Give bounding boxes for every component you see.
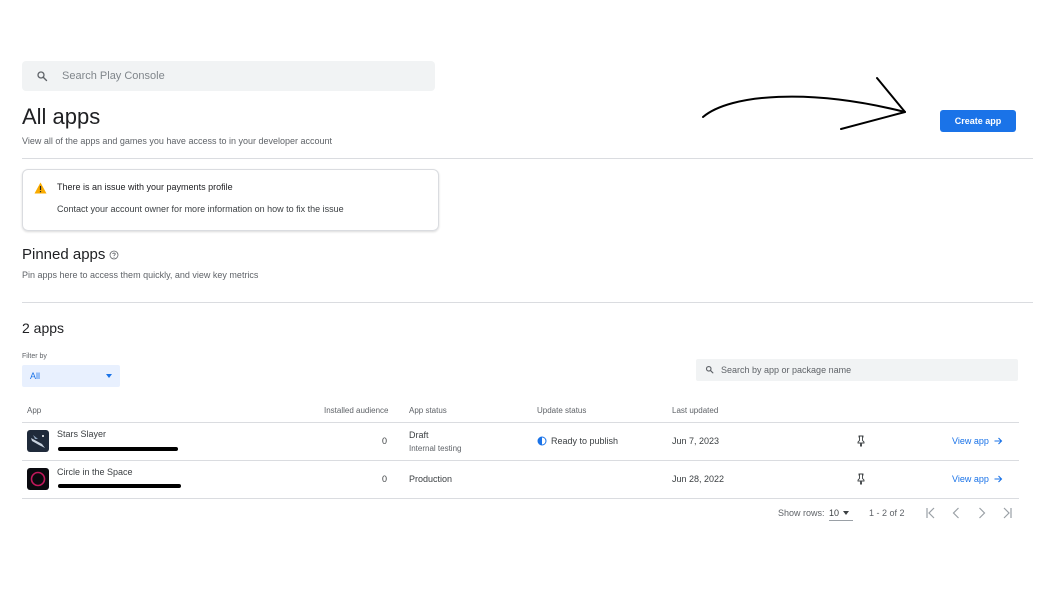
arrow-annotation-icon: [702, 77, 906, 130]
rows-per-page-value: 10: [829, 508, 840, 518]
rows-per-page-label: Show rows:: [778, 508, 825, 518]
pinned-apps-title: Pinned apps: [22, 246, 106, 263]
update-status-text: Ready to publish: [551, 436, 619, 446]
first-page-icon[interactable]: [925, 506, 937, 520]
rows-per-page-dropdown[interactable]: 10: [829, 506, 853, 521]
pinned-apps-heading: Pinned apps: [22, 246, 119, 263]
arrow-right-icon: [994, 475, 1003, 483]
search-icon: [36, 69, 50, 83]
row-divider: [22, 460, 1019, 461]
page-title: All apps: [22, 104, 101, 129]
column-header-last-updated[interactable]: Last updated: [672, 406, 718, 415]
page-subtitle: View all of the apps and games you have …: [22, 136, 333, 146]
app-search-input[interactable]: Search by app or package name: [696, 359, 1018, 381]
next-page-icon[interactable]: [977, 506, 989, 520]
apps-count-title: 2 apps: [22, 320, 65, 336]
row-divider: [22, 498, 1019, 499]
warning-icon: [34, 181, 47, 199]
chevron-down-icon: [843, 511, 850, 515]
filter-value: All: [30, 371, 41, 381]
payments-alert: There is an issue with your payments pro…: [22, 169, 439, 231]
pin-icon[interactable]: [856, 435, 866, 447]
previous-page-icon[interactable]: [951, 506, 963, 520]
search-placeholder: Search Play Console: [62, 70, 165, 82]
last-updated-value: Jun 28, 2022: [672, 474, 725, 484]
view-app-label: View app: [952, 436, 989, 446]
app-status-value: Draft: [409, 430, 429, 440]
stars-slayer-app-icon: [27, 430, 49, 452]
app-status-value: Production: [409, 474, 453, 484]
alert-body: Contact your account owner for more info…: [57, 204, 344, 214]
app-name[interactable]: Stars Slayer: [57, 429, 106, 439]
alert-title: There is an issue with your payments pro…: [57, 182, 233, 192]
view-app-link[interactable]: View app: [952, 474, 1003, 484]
installed-audience-value: 0: [382, 436, 388, 446]
play-console-search[interactable]: Search Play Console: [22, 61, 435, 91]
header-divider: [22, 158, 1033, 159]
pinned-divider: [22, 302, 1033, 303]
pagination-range: 1 - 2 of 2: [869, 508, 905, 518]
redacted-package-name: [58, 484, 181, 488]
app-search-placeholder: Search by app or package name: [721, 365, 852, 375]
filter-label: Filter by: [22, 353, 47, 360]
search-icon: [705, 365, 715, 375]
help-icon[interactable]: [109, 250, 119, 260]
last-page-icon[interactable]: [1001, 506, 1013, 520]
view-app-label: View app: [952, 474, 989, 484]
filter-dropdown[interactable]: All: [22, 365, 120, 387]
column-header-update-status[interactable]: Update status: [537, 406, 586, 415]
table-header-divider: [22, 422, 1019, 423]
view-app-link[interactable]: View app: [952, 436, 1003, 446]
pin-icon[interactable]: [856, 473, 866, 485]
column-header-app-status[interactable]: App status: [409, 406, 447, 415]
installed-audience-value: 0: [382, 474, 388, 484]
circle-in-the-space-app-icon: [27, 468, 49, 490]
ready-status-icon: [537, 436, 547, 446]
app-name[interactable]: Circle in the Space: [57, 467, 133, 477]
column-header-app[interactable]: App: [27, 406, 41, 415]
chevron-down-icon: [106, 374, 112, 378]
last-updated-value: Jun 7, 2023: [672, 436, 720, 446]
arrow-right-icon: [994, 437, 1003, 445]
update-status: Ready to publish: [537, 436, 618, 446]
redacted-package-name: [58, 447, 178, 451]
column-header-installed-audience[interactable]: Installed audience: [324, 406, 389, 415]
pinned-apps-subtitle: Pin apps here to access them quickly, an…: [22, 270, 259, 280]
app-status-track: Internal testing: [409, 444, 462, 453]
create-app-button[interactable]: Create app: [940, 110, 1016, 132]
